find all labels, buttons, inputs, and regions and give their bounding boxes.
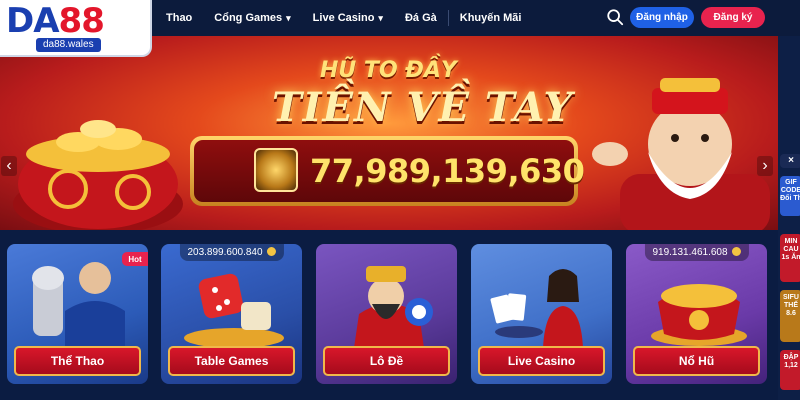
banner-title-line1: HŨ TO ĐẦY <box>320 58 457 83</box>
banner-title-line2: TIỀN VỀ TAY <box>272 84 574 131</box>
category-label: Live Casino <box>478 346 605 376</box>
chevron-right-icon[interactable]: › <box>757 156 773 176</box>
live-dealer-illustration <box>490 269 583 348</box>
chevron-down-icon: ▾ <box>378 12 383 23</box>
side-promo-sifu[interactable]: SIFU THẾ 8.6 <box>780 290 800 342</box>
nav-label: Live Casino <box>312 12 375 24</box>
site-logo[interactable]: DA88 da88.wales <box>0 0 152 57</box>
coin-icon <box>731 247 741 256</box>
register-button[interactable]: Đăng ký <box>701 7 765 28</box>
nav-label: Đá Gà <box>404 12 437 24</box>
nav-label: Thao <box>166 12 193 24</box>
football-player-illustration <box>32 262 125 348</box>
jackpot-counter: 919.131.461.608 <box>644 244 749 261</box>
main-nav: Thao Cổng Games ▾ Live Casino ▾ Đá Gà Khuy… <box>155 0 532 36</box>
hero-banner[interactable]: HŨ TO ĐẦY TIỀN VỀ TAY 77,989,139,630 ‹ › <box>0 36 778 230</box>
category-card-no-hu[interactable]: 919.131.461.608 Nổ Hũ <box>626 244 767 384</box>
category-label: Nổ Hũ <box>633 346 760 376</box>
category-card-sports[interactable]: Hot Thể Thao <box>7 244 148 384</box>
jackpot-amount: 77,989,139,630 <box>310 152 585 190</box>
category-card-live-casino[interactable]: Live Casino <box>471 244 612 384</box>
logo-domain: da88.wales <box>36 38 101 52</box>
page-root: Thao Cổng Games ▾ Live Casino ▾ Đá Gà Khuy… <box>0 0 800 400</box>
treasure-pot-illustration <box>651 284 747 346</box>
hot-badge: Hot <box>122 252 148 266</box>
nav-label: Khuyến Mãi <box>459 12 522 24</box>
category-label: Table Games <box>168 346 295 376</box>
category-label: Thể Thao <box>14 346 141 376</box>
jackpot-frame: 77,989,139,630 <box>190 136 585 206</box>
category-card-table-games[interactable]: 203.899.600.840 Table Games <box>161 244 302 384</box>
gold-treasure-pot-illustration <box>13 120 183 230</box>
god-of-wealth-illustration <box>592 78 770 230</box>
side-promo-dap-hu[interactable]: ĐẬP 1,12 <box>780 350 800 390</box>
nav-item-live-casino[interactable]: Live Casino ▾ <box>302 0 394 36</box>
side-promo-giftcode[interactable]: GIF CODE Đổi Th <box>780 176 800 216</box>
category-label: Lô Đề <box>323 346 450 376</box>
slot-game-icon <box>254 148 298 192</box>
close-icon[interactable]: × <box>780 154 800 168</box>
coin-icon <box>266 247 276 256</box>
search-icon[interactable] <box>606 8 624 26</box>
chevron-left-icon[interactable]: ‹ <box>1 156 17 176</box>
nav-label: Cổng Games <box>214 12 283 24</box>
category-row: Hot Thể Thao 203.899.600.840 Table Games <box>0 230 778 400</box>
logo-wordmark: DA88 <box>6 1 105 41</box>
nav-item-cong-games[interactable]: Cổng Games ▾ <box>203 0 301 36</box>
category-card-lo-de[interactable]: Lô Đề <box>316 244 457 384</box>
lottery-god-illustration <box>354 266 433 348</box>
nav-item-thao[interactable]: Thao <box>155 0 203 36</box>
jackpot-panel: 77,989,139,630 <box>194 140 585 202</box>
jackpot-counter: 203.899.600.840 <box>179 244 284 261</box>
side-promo-strip: × GIF CODE Đổi Th MIN CAU 1s Ăn SIFU THẾ… <box>778 36 800 400</box>
side-promo-minigame[interactable]: MIN CAU 1s Ăn <box>780 234 800 282</box>
login-button[interactable]: Đăng nhập <box>630 7 694 28</box>
nav-item-da-ga[interactable]: Đá Gà <box>394 0 448 36</box>
nav-item-khuyen-mai[interactable]: Khuyến Mãi <box>449 0 533 36</box>
dice-illustration <box>184 273 284 348</box>
chevron-down-icon: ▾ <box>286 12 291 23</box>
